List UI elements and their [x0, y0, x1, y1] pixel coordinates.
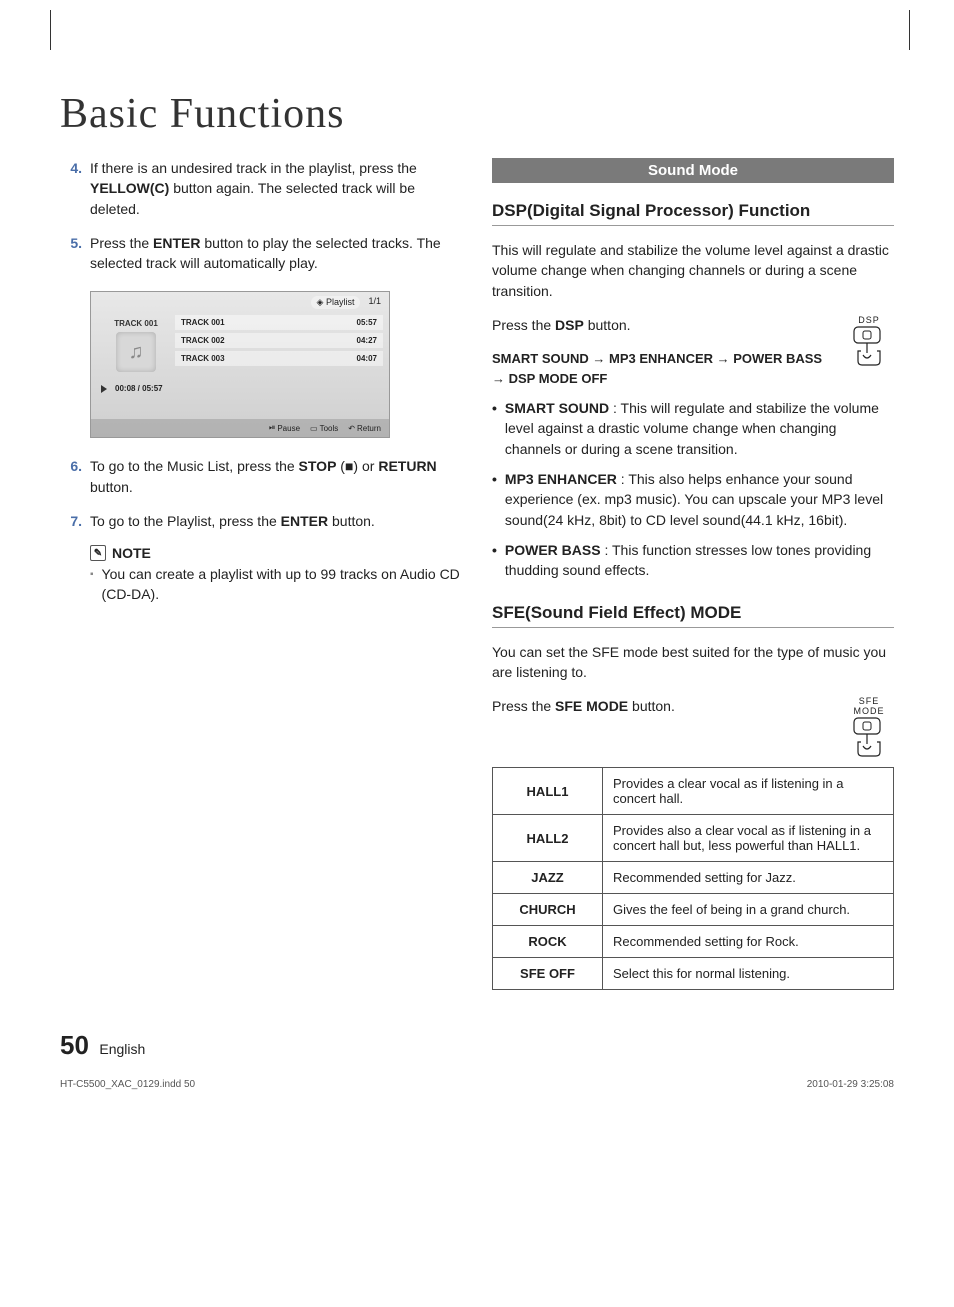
sfe-mode-desc: Provides a clear vocal as if listening i… [603, 768, 894, 815]
step-list-continued: 6.To go to the Music List, press the STO… [60, 456, 462, 531]
right-column: Sound Mode DSP(Digital Signal Processor)… [492, 158, 894, 990]
sfe-mode-name: SFE OFF [493, 958, 603, 990]
table-row: ROCKRecommended setting for Rock. [493, 926, 894, 958]
play-icon [101, 385, 107, 393]
note-item: You can create a playlist with up to 99 … [90, 565, 462, 604]
sfe-mode-desc: Select this for normal listening. [603, 958, 894, 990]
tools-hint: ▭ Tools [310, 423, 338, 433]
sfe-heading: SFE(Sound Field Effect) MODE [492, 603, 894, 628]
dsp-bullet: MP3 ENHANCER : This also helps enhance y… [492, 469, 894, 530]
crop-marks [50, 10, 910, 50]
sfe-mode-name: HALL1 [493, 768, 603, 815]
progress-bar: 00:08 / 05:57 [91, 378, 389, 399]
doc-date: 2010-01-29 3:25:08 [807, 1079, 894, 1090]
sfe-mode-name: JAZZ [493, 862, 603, 894]
sfe-intro: You can set the SFE mode best suited for… [492, 642, 894, 683]
sfe-mode-desc: Provides also a clear vocal as if listen… [603, 815, 894, 862]
page-indicator: 1/1 [368, 296, 381, 309]
step-body: Press the ENTER button to play the selec… [90, 233, 462, 274]
note-list: You can create a playlist with up to 99 … [90, 565, 462, 604]
pencil-icon: ✎ [90, 545, 106, 561]
dsp-bullet-list: SMART SOUND : This will regulate and sta… [492, 398, 894, 580]
dsp-button-label: DSP [844, 315, 894, 325]
music-note-icon: ♫ [116, 332, 156, 372]
dsp-intro: This will regulate and stabilize the vol… [492, 240, 894, 301]
doc-file: HT-C5500_XAC_0129.indd 50 [60, 1079, 195, 1090]
page-title: Basic Functions [60, 90, 894, 138]
sfe-mode-name: HALL2 [493, 815, 603, 862]
now-playing-caption: TRACK 001 [114, 319, 158, 328]
sfe-mode-desc: Recommended setting for Jazz. [603, 862, 894, 894]
note-heading: ✎ NOTE [90, 545, 462, 561]
screenshot-header: ◈ Playlist 1/1 [91, 292, 389, 313]
sfe-button-figure: SFE MODE [844, 696, 894, 767]
sfe-mode-name: CHURCH [493, 894, 603, 926]
press-button-icon [848, 716, 890, 762]
two-column-layout: 4.If there is an undesired track in the … [60, 158, 894, 990]
sfe-mode-table: HALL1Provides a clear vocal as if listen… [492, 767, 894, 990]
press-button-icon [848, 325, 890, 371]
sfe-mode-desc: Recommended setting for Rock. [603, 926, 894, 958]
playlist-screenshot: ◈ Playlist 1/1 TRACK 001 ♫ TRACK 00105:5… [90, 291, 390, 438]
pause-hint: ⏯ Pause [269, 423, 300, 433]
dsp-button-figure: DSP [844, 315, 894, 376]
step-number: 4. [60, 158, 90, 219]
page-number: 50 [60, 1030, 89, 1061]
table-row: CHURCHGives the feel of being in a grand… [493, 894, 894, 926]
step-body: To go to the Playlist, press the ENTER b… [90, 511, 462, 531]
sfe-button-label: SFE MODE [844, 696, 894, 716]
sfe-mode-name: ROCK [493, 926, 603, 958]
press-dsp-line: Press the DSP button. [492, 315, 894, 335]
left-column: 4.If there is an undesired track in the … [60, 158, 462, 990]
playlist-label: ◈ Playlist [311, 296, 361, 309]
press-sfe-line: Press the SFE MODE button. [492, 696, 894, 716]
step-body: If there is an undesired track in the pl… [90, 158, 462, 219]
document-metadata: HT-C5500_XAC_0129.indd 50 2010-01-29 3:2… [60, 1079, 894, 1090]
step-list: 4.If there is an undesired track in the … [60, 158, 462, 273]
track-row: TRACK 00304:07 [175, 351, 383, 366]
step-number: 5. [60, 233, 90, 274]
track-row: TRACK 00105:57 [175, 315, 383, 330]
track-list: TRACK 00105:57 TRACK 00204:27 TRACK 00304:… [175, 315, 383, 376]
track-row: TRACK 00204:27 [175, 333, 383, 348]
table-row: HALL2Provides also a clear vocal as if l… [493, 815, 894, 862]
table-row: HALL1Provides a clear vocal as if listen… [493, 768, 894, 815]
screenshot-footer: ⏯ Pause ▭ Tools ↶ Return [91, 419, 389, 437]
table-row: JAZZRecommended setting for Jazz. [493, 862, 894, 894]
dsp-heading: DSP(Digital Signal Processor) Function [492, 201, 894, 226]
playlist-label-text: Playlist [326, 297, 355, 307]
dsp-bullet: POWER BASS : This function stresses low … [492, 540, 894, 581]
page-language: English [99, 1041, 145, 1057]
progress-time: 00:08 / 05:57 [115, 384, 163, 393]
page-footer: 50 English [60, 1030, 894, 1061]
step-body: To go to the Music List, press the STOP … [90, 456, 462, 497]
note-label: NOTE [112, 545, 151, 561]
dsp-bullet: SMART SOUND : This will regulate and sta… [492, 398, 894, 459]
sound-mode-bar: Sound Mode [492, 158, 894, 183]
step-number: 7. [60, 511, 90, 531]
dsp-mode-flow: SMART SOUND → MP3 ENHANCER → POWER BASS … [492, 349, 894, 388]
return-hint: ↶ Return [348, 423, 381, 433]
table-row: SFE OFFSelect this for normal listening. [493, 958, 894, 990]
now-playing-panel: TRACK 001 ♫ [97, 315, 175, 376]
sfe-mode-desc: Gives the feel of being in a grand churc… [603, 894, 894, 926]
step-number: 6. [60, 456, 90, 497]
